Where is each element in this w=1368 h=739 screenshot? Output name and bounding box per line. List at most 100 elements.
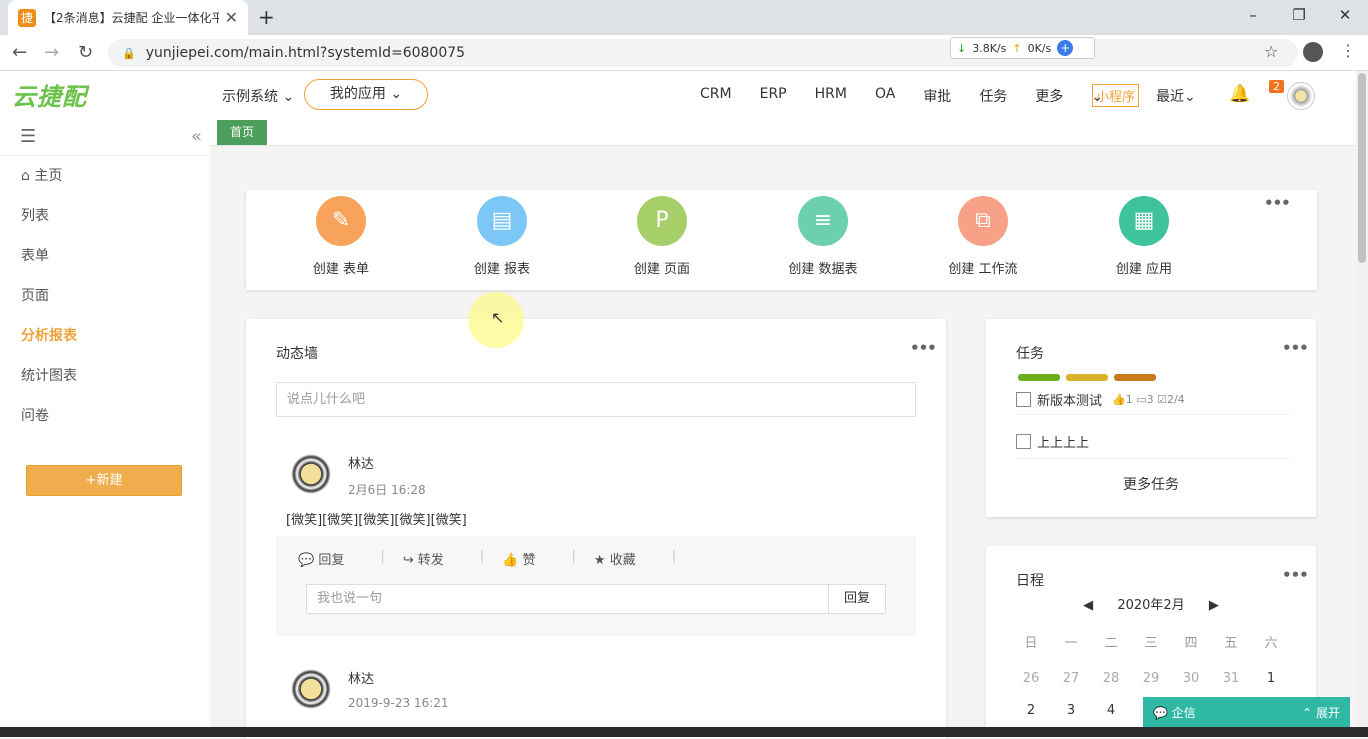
create-page-button[interactable]: P 创建 页面 <box>612 196 712 277</box>
upload-arrow-icon: ↑ <box>1012 41 1022 55</box>
create-report-button[interactable]: ▤ 创建 报表 <box>452 196 552 277</box>
sidebar-item-list[interactable]: 列表 <box>0 196 210 236</box>
sidebar: ☰ « ⌂ 主页 列表 表单 页面 分析报表 统计图表 问卷 +新建 <box>0 118 210 727</box>
task-item[interactable]: 新版本测试 👍1 ▭3 ☑2/4 <box>1016 385 1290 415</box>
new-tab-icon[interactable]: + <box>258 5 275 29</box>
browser-tab-strip: 捷 【2条消息】云捷配 企业一体化平 ✕ + – ❐ ✕ <box>0 0 1368 35</box>
reply-button[interactable]: 回复 <box>828 585 885 613</box>
browser-menu-icon[interactable]: ⋮ <box>1340 41 1356 60</box>
status-bar <box>1066 374 1108 381</box>
address-bar[interactable]: 🔒 yunjiepei.com/main.html?systemId=60800… <box>108 39 1298 67</box>
browser-toolbar: ← → ↻ 🔒 yunjiepei.com/main.html?systemId… <box>0 35 1368 71</box>
more-icon[interactable]: ••• <box>1282 566 1309 584</box>
task-item[interactable]: 上上上上 <box>1016 425 1290 459</box>
avatar[interactable] <box>286 449 336 499</box>
more-tasks-link[interactable]: 更多任务 <box>986 474 1316 494</box>
nav-hrm[interactable]: HRM <box>815 86 847 106</box>
window-controls: – ❐ ✕ <box>1230 0 1368 35</box>
like-action[interactable]: 👍 赞 <box>502 549 553 568</box>
task-name: 上上上上 <box>1037 436 1090 451</box>
post-author[interactable]: 林达 <box>348 453 374 472</box>
post-actions: 💬 回复 | ↪ 转发 | 👍 赞 | ★ 收藏 | 我也说一句 回复 <box>276 536 916 636</box>
nav-approval[interactable]: 审批 <box>923 86 951 106</box>
recent-menu[interactable]: 最近⌄ <box>1156 86 1196 106</box>
calendar-week[interactable]: 26 27 28 29 30 31 1 <box>1011 671 1291 686</box>
sidebar-item-form[interactable]: 表单 <box>0 236 210 276</box>
prev-month-icon[interactable]: ◀ <box>1083 598 1093 613</box>
page-scrollbar[interactable] <box>1356 71 1368 727</box>
menu-icon[interactable]: ☰ <box>20 126 36 147</box>
notification-badge: 2 <box>1269 80 1284 93</box>
cursor-highlight: ↖ <box>468 292 524 348</box>
new-button[interactable]: +新建 <box>26 465 182 496</box>
forward-icon[interactable]: → <box>44 42 59 63</box>
task-checkbox[interactable] <box>1016 434 1031 449</box>
upload-speed: 0K/s <box>1027 41 1052 55</box>
page-tabs: 首页 <box>210 118 1356 146</box>
plus-icon[interactable]: + <box>1057 40 1074 56</box>
chat-widget[interactable]: 💬 企信 ⌃ 展开 <box>1143 697 1350 727</box>
sidebar-item-home[interactable]: ⌂ 主页 <box>0 156 210 196</box>
system-menu[interactable]: 示例系统 ⌄ <box>222 86 294 106</box>
reply-input[interactable]: 我也说一句 <box>307 585 828 613</box>
quick-create-panel: ✎ 创建 表单 ▤ 创建 报表 P 创建 页面 ≡ 创建 数据表 ⧉ 创建 工作… <box>246 190 1317 290</box>
reload-icon[interactable]: ↻ <box>78 42 93 63</box>
sidebar-item-page[interactable]: 页面 <box>0 276 210 316</box>
post-input[interactable]: 说点儿什么吧 <box>276 382 916 417</box>
more-icon[interactable]: ••• <box>910 339 937 357</box>
restore-icon[interactable]: ❐ <box>1276 0 1322 35</box>
reply-action[interactable]: 💬 回复 <box>298 549 362 568</box>
account-icon[interactable] <box>1303 42 1323 62</box>
action-bar: 💬 回复 | ↪ 转发 | 👍 赞 | ★ 收藏 | <box>298 549 677 568</box>
expand-button[interactable]: ⌃ 展开 <box>1302 704 1340 721</box>
nav-oa[interactable]: OA <box>875 86 895 106</box>
post-time: 2月6日 16:28 <box>348 483 426 497</box>
create-datatable-button[interactable]: ≡ 创建 数据表 <box>773 196 873 277</box>
page-icon: P <box>637 196 687 246</box>
sidebar-item-reports[interactable]: 分析报表 <box>0 316 210 356</box>
avatar[interactable] <box>286 664 336 714</box>
back-icon[interactable]: ← <box>12 42 27 63</box>
next-month-icon[interactable]: ▶ <box>1209 598 1219 613</box>
minimize-icon[interactable]: – <box>1230 0 1276 35</box>
bookmark-star-icon[interactable]: ☆ <box>1264 42 1278 61</box>
sidebar-header: ☰ « <box>0 118 210 156</box>
sidebar-item-survey[interactable]: 问卷 <box>0 396 210 436</box>
nav-tasks[interactable]: 任务 <box>979 86 1007 106</box>
mini-program-button[interactable]: 小程序 <box>1092 84 1140 107</box>
app: 云捷配 示例系统 ⌄ 我的应用 ⌄ CRM ERP HRM OA 审批 任务 更… <box>0 71 1356 739</box>
create-app-button[interactable]: ▦ 创建 应用 <box>1094 196 1194 277</box>
task-checkbox[interactable] <box>1016 392 1031 407</box>
main-content: ✎ 创建 表单 ▤ 创建 报表 P 创建 页面 ≡ 创建 数据表 ⧉ 创建 工作… <box>210 146 1356 739</box>
logo[interactable]: 云捷配 <box>12 77 87 112</box>
more-icon[interactable]: ••• <box>1282 339 1309 357</box>
my-app-button[interactable]: 我的应用 ⌄ <box>304 79 428 110</box>
favorite-action[interactable]: ★ 收藏 <box>594 549 654 568</box>
post-time: 2019-9-23 16:21 <box>348 696 449 710</box>
nav-erp[interactable]: ERP <box>760 86 787 106</box>
tab-home[interactable]: 首页 <box>217 120 267 145</box>
pointer-icon: ↖ <box>491 308 505 327</box>
nav-crm[interactable]: CRM <box>700 86 732 106</box>
browser-tab[interactable]: 捷 【2条消息】云捷配 企业一体化平 ✕ <box>8 0 248 35</box>
home-icon: ⌂ <box>21 168 30 184</box>
sidebar-item-charts[interactable]: 统计图表 <box>0 356 210 396</box>
calendar-month: 2020年2月 <box>1117 598 1185 613</box>
forward-action[interactable]: ↪ 转发 <box>403 549 462 568</box>
more-icon[interactable]: ••• <box>1264 194 1291 212</box>
close-tab-icon[interactable]: ✕ <box>225 8 238 27</box>
edit-icon: ✎ <box>316 196 366 246</box>
url-text: yunjiepei.com/main.html?systemId=6080075 <box>145 45 466 61</box>
bell-icon[interactable]: 🔔 <box>1229 84 1250 104</box>
create-workflow-button[interactable]: ⧉ 创建 工作流 <box>933 196 1033 277</box>
scroll-thumb[interactable] <box>1358 73 1366 263</box>
create-form-button[interactable]: ✎ 创建 表单 <box>291 196 391 277</box>
os-taskbar <box>0 727 1368 737</box>
download-arrow-icon: ↓ <box>957 41 967 55</box>
post-author[interactable]: 林达 <box>348 668 374 687</box>
user-avatar[interactable] <box>1287 82 1315 110</box>
collapse-icon[interactable]: « <box>191 126 202 147</box>
close-window-icon[interactable]: ✕ <box>1322 0 1368 35</box>
main-nav: CRM ERP HRM OA 审批 任务 更多 ⌄ <box>700 86 1131 106</box>
chat-label: 💬 企信 <box>1153 705 1196 720</box>
